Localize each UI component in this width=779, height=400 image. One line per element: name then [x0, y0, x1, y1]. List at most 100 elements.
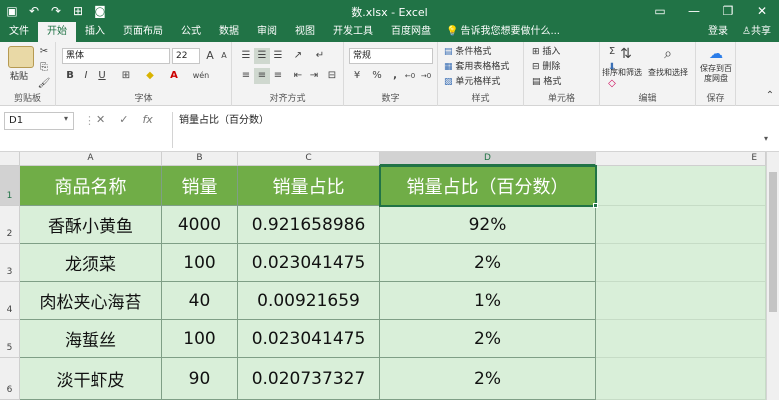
tab-review[interactable]: 审阅 [248, 22, 286, 42]
minimize-button[interactable]: — [677, 0, 711, 22]
empty-cell[interactable] [596, 358, 766, 400]
align-right-icon[interactable]: ≡ [270, 68, 286, 84]
shrink-font-icon[interactable]: A [216, 48, 232, 64]
table-cell[interactable]: 海蜇丝 [20, 320, 162, 358]
comma-button[interactable]: , [387, 68, 403, 84]
tab-formulas[interactable]: 公式 [172, 22, 210, 42]
align-top-icon[interactable]: ☰ [238, 48, 254, 64]
table-cell[interactable]: 淡干虾皮 [20, 358, 162, 400]
find-select-icon[interactable]: ⌕ [660, 46, 676, 62]
percent-button[interactable]: % [369, 68, 385, 84]
table-cell[interactable]: 92% [380, 206, 596, 244]
orientation-icon[interactable]: ↗ [290, 48, 306, 64]
format-painter-icon[interactable]: 🖌 [36, 76, 52, 92]
font-name-select[interactable]: 黑体 [62, 48, 170, 64]
align-left-icon[interactable]: ≡ [238, 68, 254, 84]
font-size-select[interactable]: 22 [172, 48, 200, 64]
increase-decimal-icon[interactable]: ←0 [402, 68, 418, 84]
find-select-button[interactable]: 查找和选择 [648, 66, 688, 80]
cut-icon[interactable]: ✂ [36, 44, 52, 60]
tab-data[interactable]: 数据 [210, 22, 248, 42]
align-middle-icon[interactable]: ☰ [254, 48, 270, 64]
border-icon[interactable]: ⊞ [118, 68, 134, 84]
share-button[interactable]: ♙共享 [742, 22, 771, 42]
row-header-3[interactable]: 3 [0, 244, 20, 282]
tab-page-layout[interactable]: 页面布局 [114, 22, 172, 42]
row-header-6[interactable]: 6 [0, 358, 20, 400]
baidu-cloud-icon[interactable]: ☁ [708, 46, 724, 62]
empty-cell[interactable] [596, 320, 766, 358]
table-cell[interactable]: 90 [162, 358, 238, 400]
table-cell[interactable]: 香酥小黄鱼 [20, 206, 162, 244]
fill-handle[interactable] [593, 203, 598, 208]
cell-styles-button[interactable]: ▧ 单元格样式 [444, 75, 500, 89]
table-cell[interactable]: 2% [380, 320, 596, 358]
table-cell[interactable]: 0.020737327 [238, 358, 380, 400]
formula-input[interactable]: 销量占比（百分数） [172, 112, 772, 148]
format-as-table-button[interactable]: ▦ 套用表格格式 [444, 60, 509, 74]
column-header-e[interactable]: E [596, 152, 766, 166]
phonetic-icon[interactable]: wén [190, 68, 212, 84]
decrease-decimal-icon[interactable]: →0 [418, 68, 434, 84]
italic-button[interactable]: I [78, 68, 94, 84]
column-header-d[interactable]: D [380, 152, 596, 166]
conditional-format-button[interactable]: ▤ 条件格式 [444, 45, 491, 59]
tab-developer[interactable]: 开发工具 [324, 22, 382, 42]
number-format-select[interactable]: 常规 [349, 48, 433, 64]
row-header-5[interactable]: 5 [0, 320, 20, 358]
enter-icon[interactable]: ✓ [119, 113, 128, 126]
cancel-icon[interactable]: ✕ [96, 113, 105, 126]
row-header-1[interactable]: 1 [0, 166, 20, 206]
expand-formula-bar-icon[interactable]: ▾ [764, 134, 768, 143]
empty-cell[interactable] [596, 244, 766, 282]
insert-function-icon[interactable]: fx [142, 113, 152, 126]
name-box-dropdown-icon[interactable]: ▾ [64, 114, 68, 123]
align-center-icon[interactable]: ≡ [254, 68, 270, 84]
bold-button[interactable]: B [62, 68, 78, 84]
decrease-indent-icon[interactable]: ⇤ [290, 68, 306, 84]
currency-icon[interactable]: ¥ [349, 68, 365, 84]
underline-button[interactable]: U [94, 68, 110, 84]
table-cell[interactable]: 0.00921659 [238, 282, 380, 320]
insert-cells-button[interactable]: ⊞ 插入 [532, 45, 560, 59]
align-bottom-icon[interactable]: ☰ [270, 48, 286, 64]
tab-view[interactable]: 视图 [286, 22, 324, 42]
format-cells-button[interactable]: ▤ 格式 [532, 75, 561, 89]
delete-cells-button[interactable]: ⊟ 删除 [532, 60, 560, 74]
table-cell[interactable]: 0.023041475 [238, 320, 380, 358]
increase-indent-icon[interactable]: ⇥ [306, 68, 322, 84]
table-cell[interactable]: 0.023041475 [238, 244, 380, 282]
table-cell[interactable]: 4000 [162, 206, 238, 244]
table-cell[interactable]: 2% [380, 358, 596, 400]
table-cell[interactable]: 肉松夹心海苔 [20, 282, 162, 320]
paste-button[interactable]: 粘贴 [10, 70, 28, 84]
header-cell-sales[interactable]: 销量 [162, 166, 238, 206]
header-cell-ratio[interactable]: 销量占比 [238, 166, 380, 206]
table-cell[interactable]: 1% [380, 282, 596, 320]
column-header-c[interactable]: C [238, 152, 380, 166]
tab-file[interactable]: 文件 [0, 22, 38, 42]
merge-center-icon[interactable]: ⊟ [324, 68, 340, 84]
copy-icon[interactable]: ⎘ [36, 60, 52, 76]
collapse-ribbon-icon[interactable]: ⌃ [762, 88, 778, 104]
table-cell[interactable]: 0.921658986 [238, 206, 380, 244]
ribbon-display-icon[interactable]: ▭ [643, 0, 677, 22]
sort-filter-button[interactable]: 排序和筛选 [602, 66, 642, 80]
vertical-scrollbar[interactable] [766, 152, 779, 400]
column-header-b[interactable]: B [162, 152, 238, 166]
table-cell[interactable]: 100 [162, 320, 238, 358]
row-header-2[interactable]: 2 [0, 206, 20, 244]
column-header-a[interactable]: A [20, 152, 162, 166]
tab-home[interactable]: 开始 [38, 22, 76, 42]
empty-cell[interactable] [596, 166, 766, 206]
tell-me-search[interactable]: 告诉我您想要做什么... [460, 22, 560, 42]
empty-cell[interactable] [596, 206, 766, 244]
empty-cell[interactable] [596, 282, 766, 320]
save-to-baidu-button[interactable]: 保存到百度网盘 [697, 64, 735, 84]
wrap-text-icon[interactable]: ↵ [312, 48, 328, 64]
paste-icon[interactable] [8, 46, 34, 68]
scrollbar-thumb[interactable] [769, 172, 777, 312]
tab-insert[interactable]: 插入 [76, 22, 114, 42]
close-button[interactable]: ✕ [745, 0, 779, 22]
table-cell[interactable]: 龙须菜 [20, 244, 162, 282]
